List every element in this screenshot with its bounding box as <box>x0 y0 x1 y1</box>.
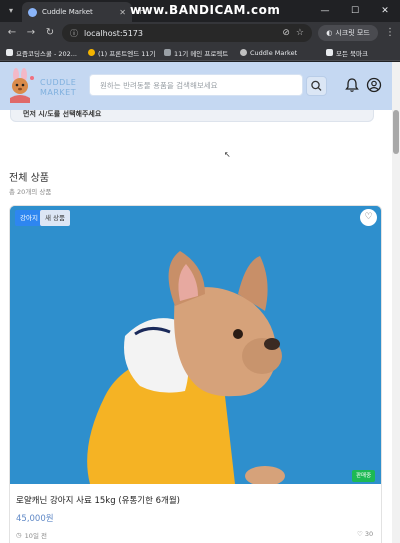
user-profile-icon[interactable] <box>366 77 382 93</box>
tab-favicon-icon <box>28 7 37 17</box>
bookmark-favicon-icon <box>240 49 247 56</box>
tab-title: Cuddle Market <box>42 8 93 16</box>
all-bookmarks-label: 모든 북마크 <box>336 49 368 58</box>
page-viewport: 먼저 시/도를 선택해주세요 CUDDLE MARKET 원하는 반려동물 용품… <box>0 62 392 543</box>
posted-time: ◷ 10일 전 <box>16 530 47 540</box>
browser-tab-bar: ▾ Cuddle Market ✕ + www.BANDICAM.com — ☐… <box>0 0 400 22</box>
logo-line2: MARKET <box>40 88 77 97</box>
product-image[interactable]: 강아지 새 상품 ♡ 판매중 <box>10 206 381 484</box>
bookmark-label: (1) 프론트엔드 11기 <box>98 49 156 58</box>
browser-tab[interactable]: Cuddle Market ✕ <box>22 2 132 22</box>
site-info-icon[interactable]: ⓘ <box>70 28 78 39</box>
search-input[interactable]: 원하는 반려동물 용품을 검색해보세요 <box>89 74 303 96</box>
search-icon <box>311 80 322 91</box>
recording-watermark: www.BANDICAM.com <box>130 3 281 17</box>
heart-icon: ♡ <box>357 530 363 538</box>
incognito-icon: ◐ <box>326 29 333 37</box>
search-button[interactable] <box>306 76 327 96</box>
site-header: CUDDLE MARKET 원하는 반려동물 용품을 검색해보세요 <box>0 62 392 110</box>
browser-toolbar: ← → ↻ ⓘ localhost:5173 ⊘ ☆ ◐ 시크릿 모드 ⋮ <box>0 22 400 44</box>
logo-line1: CUDDLE <box>40 78 77 87</box>
scrollbar-thumb[interactable] <box>393 110 399 154</box>
bookmark-favicon-icon <box>6 49 13 56</box>
bookmark-label: Cuddle Market <box>250 48 298 57</box>
forward-icon[interactable]: → <box>24 26 38 40</box>
like-count: ♡ 30 <box>357 530 373 538</box>
bookmark-item[interactable]: 요즘코딩스쿨 - 202... <box>6 47 77 58</box>
address-bar[interactable]: ⓘ localhost:5173 ⊘ ☆ <box>62 24 312 42</box>
product-title[interactable]: 로얄캐닌 강아지 사료 15kg (유통기한 6개월) <box>16 494 180 506</box>
all-bookmarks[interactable]: 모든 북마크 <box>326 47 368 58</box>
bookmarks-bar: 요즘코딩스쿨 - 202... (1) 프론트엔드 11기 11기 메인 프로젝… <box>0 44 400 61</box>
product-card[interactable]: 강아지 새 상품 ♡ 판매중 로얄캐닌 강아지 사료 15kg (유통기한 6개… <box>9 205 382 543</box>
bunny-dog-mascot-icon <box>10 68 34 103</box>
tab-close-icon[interactable]: ✕ <box>119 8 126 17</box>
french-bulldog-photo <box>10 206 381 484</box>
mouse-cursor-icon: ↖ <box>224 150 231 159</box>
product-info: 로얄캐닌 강아지 사료 15kg (유통기한 6개월) 45,000원 ◷ 10… <box>10 484 381 543</box>
region-prompt: 먼저 시/도를 선택해주세요 <box>23 110 102 118</box>
logo-wordmark: CUDDLE MARKET <box>40 78 76 98</box>
posted-time-label: 10일 전 <box>24 532 47 540</box>
bookmark-favicon-icon <box>164 49 171 56</box>
browser-menu-icon[interactable]: ⋮ <box>383 26 397 40</box>
bookmark-label: 11기 메인 프로젝트 <box>174 49 229 58</box>
back-icon[interactable]: ← <box>5 26 19 40</box>
clock-icon: ◷ <box>16 531 22 539</box>
like-count-label: 30 <box>364 530 374 538</box>
reload-icon[interactable]: ↻ <box>43 26 57 40</box>
bookmark-item[interactable]: (1) 프론트엔드 11기 <box>88 47 156 58</box>
eye-off-icon[interactable]: ⊘ <box>282 28 290 38</box>
product-price: 45,000원 <box>16 514 54 524</box>
bookmark-item[interactable]: 11기 메인 프로젝트 <box>164 47 228 58</box>
window-close-icon[interactable]: ✕ <box>370 3 400 19</box>
bookmark-item[interactable]: Cuddle Market <box>240 47 297 58</box>
product-count: 총 20개의 상품 <box>9 188 52 196</box>
bookmark-star-icon[interactable]: ☆ <box>296 28 304 38</box>
condition-badge: 새 상품 <box>40 210 71 226</box>
folder-icon <box>326 49 333 56</box>
cuddle-market-logo[interactable]: CUDDLE MARKET <box>6 68 86 104</box>
minimize-icon[interactable]: — <box>310 3 340 19</box>
section-title: 전체 상품 <box>9 173 49 184</box>
bookmark-favicon-icon <box>88 49 95 56</box>
maximize-icon[interactable]: ☐ <box>340 3 370 19</box>
address-url[interactable]: localhost:5173 <box>84 29 276 38</box>
incognito-indicator[interactable]: ◐ 시크릿 모드 <box>318 25 378 41</box>
tab-search-icon[interactable]: ▾ <box>4 4 18 18</box>
status-badge: 판매중 <box>352 470 376 482</box>
favorite-heart-icon[interactable]: ♡ <box>360 209 377 226</box>
bell-icon[interactable] <box>344 77 360 93</box>
category-badge: 강아지 <box>15 210 43 226</box>
bookmark-label: 요즘코딩스쿨 - 202... <box>16 49 77 58</box>
incognito-label: 시크릿 모드 <box>335 29 370 37</box>
